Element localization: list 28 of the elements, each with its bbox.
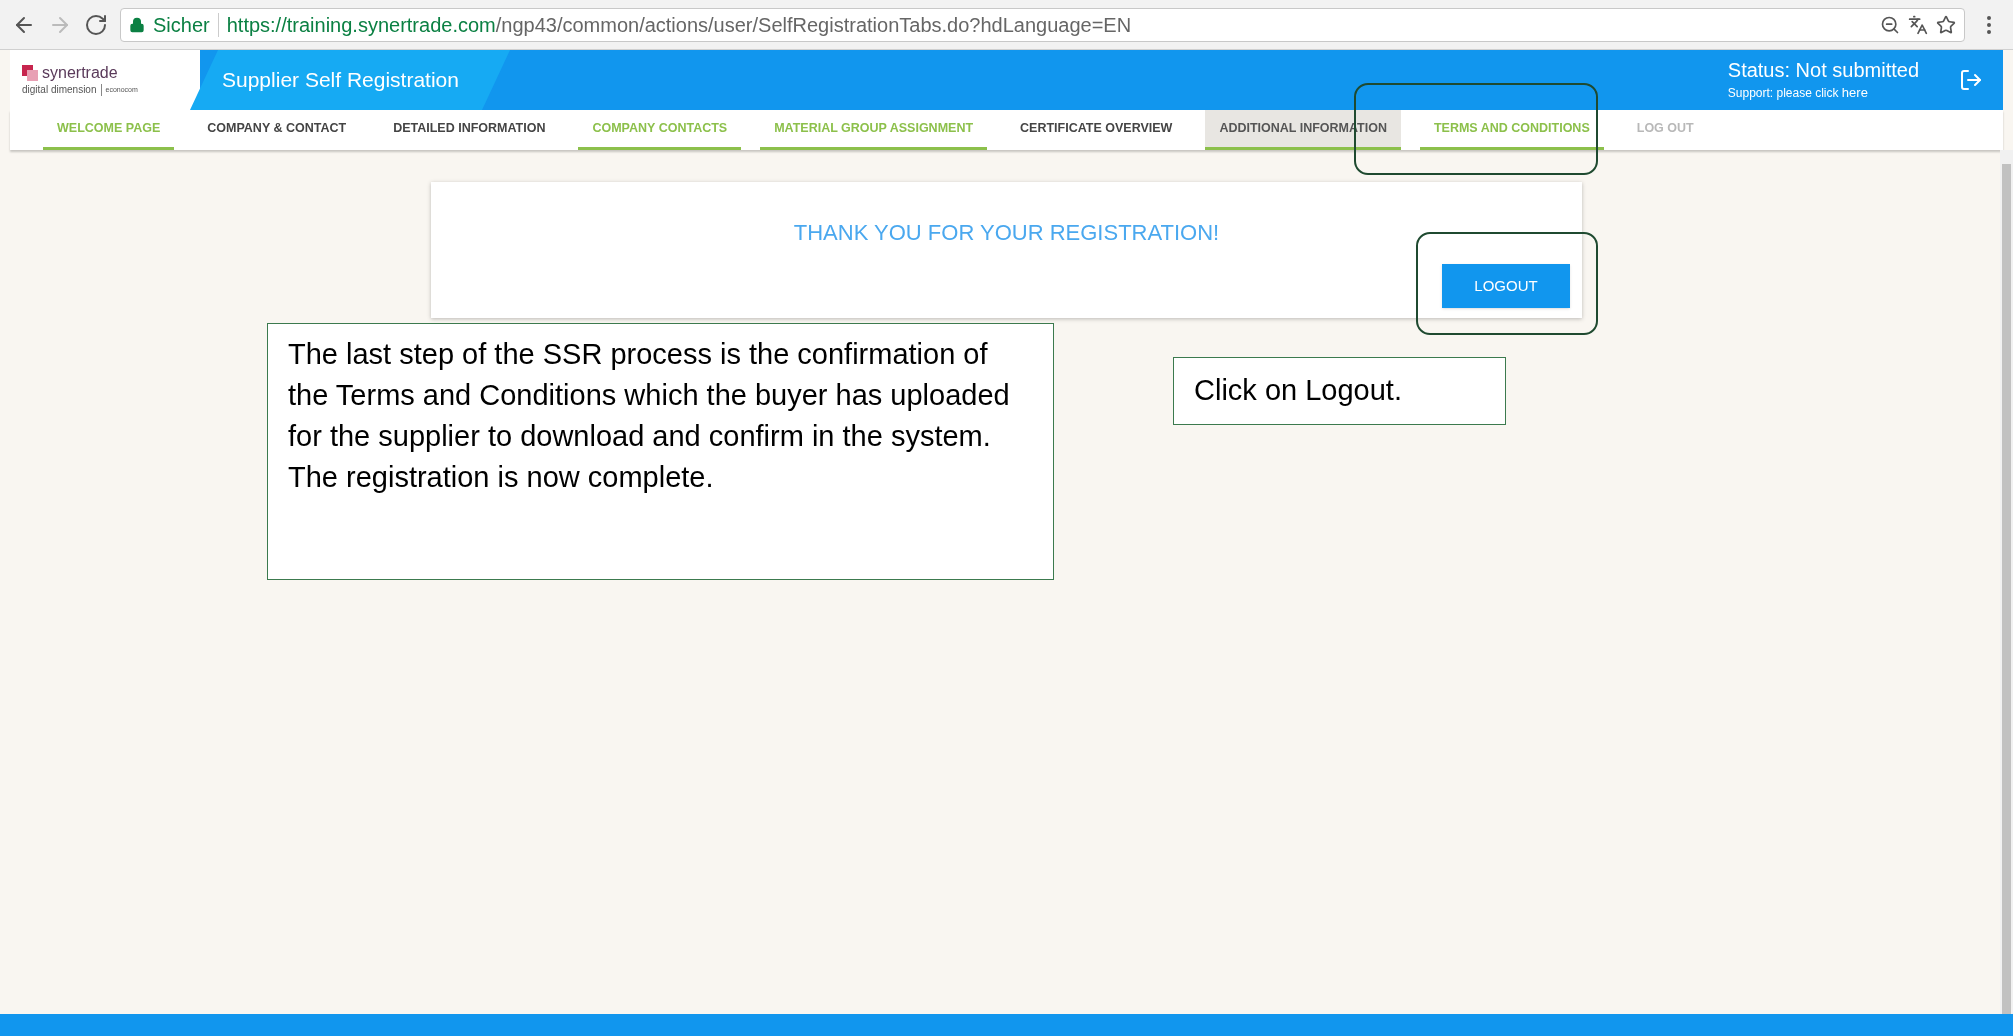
zoom-icon[interactable] [1880, 14, 1900, 35]
scrollbar[interactable] [2000, 150, 2013, 1014]
url-text: https://training.synertrade.com/ngp43/common/actions/user/SelfRegistrationTabs.do?hdLanguage=EN [226, 12, 1132, 38]
logout-icon[interactable] [1959, 68, 1983, 92]
nav-tab[interactable]: COMPANY & CONTACT [193, 110, 361, 150]
callout-text: The last step of the SSR process is the confirmation of the Terms and Conditions which the buyer has uploaded for the supplier to download and confirm in the system. The registration is now complete. [288, 337, 1011, 495]
bookmark-star-icon[interactable] [1936, 14, 1956, 35]
logo-squares-icon [22, 64, 38, 81]
status-text: Status: Not submitted [1727, 57, 1919, 83]
thank-you-message: THANK YOU FOR YOUR REGISTRATION! [793, 219, 1220, 247]
support-text: Support: please click here [1727, 83, 1869, 102]
nav-tab[interactable]: TERMS AND CONDITIONS [1419, 110, 1604, 150]
nav-tab[interactable]: CERTIFICATE OVERVIEW [1006, 110, 1187, 150]
nav-tab[interactable]: DETAILED INFORMATION [379, 110, 560, 150]
security-label: Sicher [153, 12, 210, 38]
support-link[interactable]: here [1841, 84, 1868, 100]
logo-name: synertrade [42, 64, 118, 81]
translate-icon[interactable] [1908, 14, 1928, 35]
nav-tab[interactable]: MATERIAL GROUP ASSIGNMENT [760, 110, 988, 150]
lock-icon [129, 16, 145, 33]
nav-tab[interactable]: COMPANY CONTACTS [578, 110, 742, 150]
reload-icon[interactable] [84, 12, 108, 37]
logout-button[interactable]: LOGOUT [1442, 264, 1570, 308]
callout-text: Click on Logout. [1194, 373, 1402, 409]
page-title: Supplier Self Registration [221, 67, 459, 94]
nav-tab[interactable]: WELCOME PAGE [43, 110, 175, 150]
logo-tagline: digital dimension [22, 84, 97, 95]
address-bar[interactable]: Sicher https://training.synertrade.com/ngp43/common/actions/user/SelfRegistrationTabs.do?hdLanguage=EN [120, 7, 1965, 42]
